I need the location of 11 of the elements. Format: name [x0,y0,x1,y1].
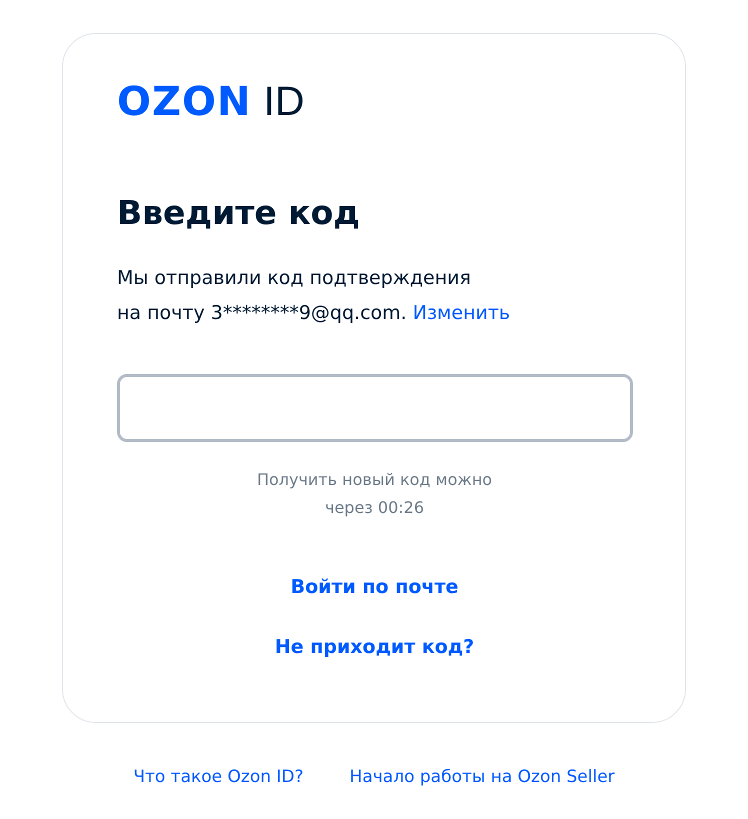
change-email-link[interactable]: Изменить [412,302,510,324]
confirmation-message: Мы отправили код подтверждения на почту 3********9@qq.com. Изменить [117,266,510,326]
code-input-field[interactable] [117,374,633,442]
logo-suffix: ID [264,79,304,123]
page-heading: Введите код [117,192,360,234]
resend-timer-note: Получить новый код можно через 00:26 [256,469,492,519]
footer-link[interactable]: Что такое Ozon ID? [133,763,304,791]
action-link[interactable]: Не приходит код? [274,631,474,663]
footer-link[interactable]: Начало работы на Ozon Seller [350,763,615,791]
action-link[interactable]: Войти по почте [290,571,458,603]
brand-logo: OZON [117,80,252,124]
